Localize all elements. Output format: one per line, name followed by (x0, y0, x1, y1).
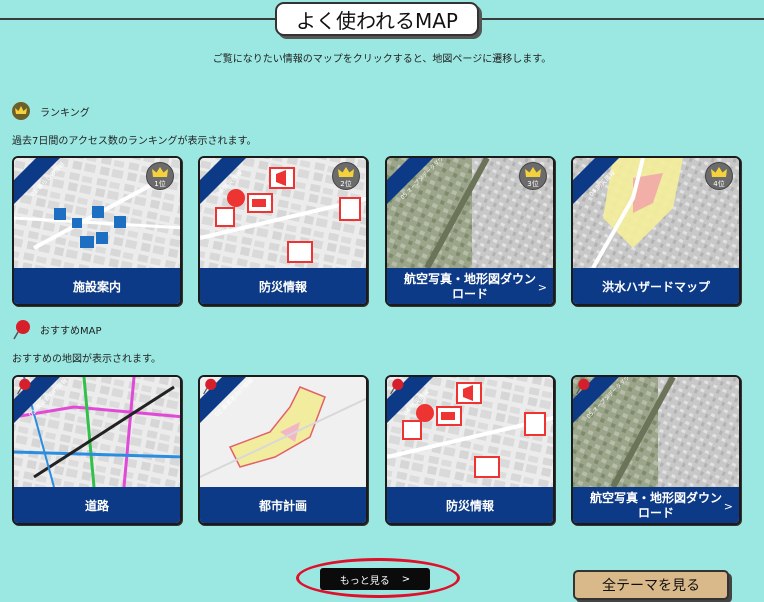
megaphone-icon (474, 456, 500, 478)
show-more-button[interactable]: もっと見る > (320, 568, 430, 590)
card-label: 道路 (14, 487, 180, 523)
category-ribbon: 01.暮らしの情報 (14, 158, 66, 204)
pushpin-icon (390, 378, 404, 395)
pushpin-icon (13, 320, 30, 340)
building-icon (339, 197, 361, 221)
pushpin-icon (203, 378, 217, 395)
card-label: 施設案内 (14, 268, 180, 304)
map-card-facility-guide[interactable]: 01.暮らしの情報 1位 施設案内 (12, 156, 182, 306)
map-card-flood-hazard[interactable]: 04.防災情報 4位 洪水ハザードマップ (571, 156, 741, 306)
rank-badge: 4位 (705, 162, 733, 190)
card-label: 航空写真・地形図ダウンロード > (573, 487, 739, 523)
category-ribbon: 05.オープンデータダウンロード (387, 158, 447, 204)
card-label: 都市計画 (200, 487, 366, 523)
megaphone-icon (456, 382, 482, 404)
ranking-heading-label: ランキング (40, 107, 90, 119)
rank-badge: 3位 (519, 162, 547, 190)
crown-icon (711, 167, 727, 177)
map-card-disaster-info-recommended[interactable]: 04.防災情報 防災情報 (385, 375, 555, 525)
view-all-themes-button[interactable]: 全テーマを見る (573, 570, 729, 600)
chevron-right-icon: > (723, 500, 733, 513)
building-icon (524, 412, 546, 436)
map-card-city-planning[interactable]: 02.事業者向け情報 都市計画 (198, 375, 368, 525)
map-card-disaster-info[interactable]: 04.防災情報 2位 防災情報 (198, 156, 368, 306)
recommended-heading-label: おすすめMAP (40, 325, 102, 337)
megaphone-icon (269, 167, 295, 189)
crown-icon (525, 167, 541, 177)
rank-badge: 2位 (332, 162, 360, 190)
map-card-aerial-photo-download[interactable]: 05.オープンデータダウンロード 3位 航空写真・地形図ダウンロード > (385, 156, 555, 306)
rank-badge: 1位 (146, 162, 174, 190)
category-ribbon: 04.防災情報 (200, 158, 246, 204)
crown-icon (152, 167, 168, 177)
card-label: 防災情報 (387, 487, 553, 523)
ranking-description: 過去7日間のアクセス数のランキングが表示されます。 (12, 136, 257, 147)
card-label: 洪水ハザードマップ (573, 268, 739, 304)
card-label: 航空写真・地形図ダウンロード > (387, 268, 553, 304)
pushpin-icon (17, 378, 31, 395)
card-label: 防災情報 (200, 268, 366, 304)
category-ribbon: 04.防災情報 (573, 158, 619, 204)
page-title: よく使われるMAP (275, 2, 479, 36)
megaphone-icon (287, 241, 313, 263)
crown-icon (338, 167, 354, 177)
crown-icon (12, 102, 30, 120)
pushpin-icon (576, 378, 590, 395)
map-card-roads[interactable]: 02.事業者向け情報 道路 (12, 375, 182, 525)
chevron-right-icon: > (401, 573, 411, 585)
recommended-description: おすすめの地図が表示されます。 (12, 354, 161, 365)
page-subtitle: ご覧になりたい情報のマップをクリックすると、地図ページに遷移します。 (212, 54, 552, 65)
map-card-aerial-photo-download-recommended[interactable]: 05.オープンデータダウンロード 航空写真・地形図ダウンロード > (571, 375, 741, 525)
ranking-heading: ランキング (12, 102, 90, 120)
recommended-heading: おすすめMAP (12, 318, 102, 340)
chevron-right-icon: > (537, 281, 547, 294)
